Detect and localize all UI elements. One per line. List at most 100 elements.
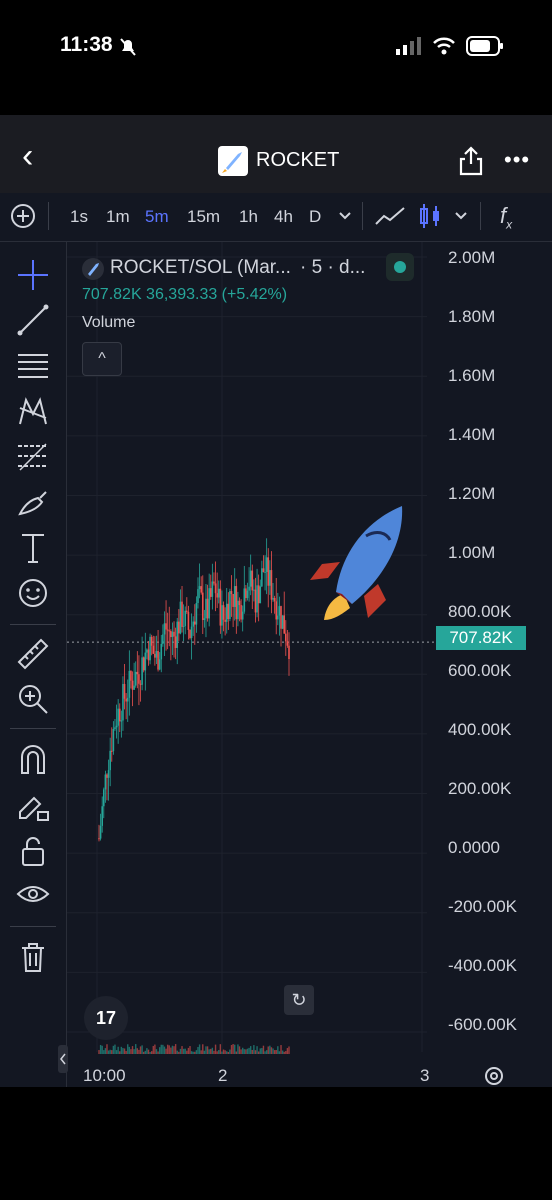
volume-bar [173,1046,175,1054]
x-tick: 2 [218,1066,228,1085]
timeframe-1h[interactable]: 1h [239,207,258,227]
legend-values: 707.82K 36,393.33 (+5.42%) [82,286,288,303]
candle-body [112,728,115,752]
candle-body [118,708,121,722]
fib-icon[interactable] [16,440,50,474]
candle-body [225,603,228,622]
candle-body [208,588,210,619]
chevron-down-icon[interactable] [338,210,352,222]
candle-body [181,601,183,627]
volume-bar [99,1044,102,1054]
candle-body [245,588,247,599]
volume-bar [211,1047,214,1054]
collapse-legend-button[interactable]: ^ [82,342,122,376]
line-chart-icon[interactable] [374,204,406,228]
zoom-icon[interactable] [16,682,50,716]
candle-body [146,649,148,653]
y-tick: 1.20M [448,484,496,503]
candle-body [155,651,158,658]
plus-circle-icon[interactable] [10,203,36,229]
ruler-icon[interactable] [16,637,50,671]
volume-bar [192,1051,194,1054]
volume-bar [205,1046,207,1054]
tradingview-logo[interactable]: 17 [84,996,128,1040]
rocket-icon [88,263,99,276]
trendline-icon[interactable] [16,303,50,337]
pattern-icon[interactable] [16,394,50,428]
candle-body [160,643,163,660]
x-tick: 3 [420,1066,430,1085]
timeframe-d[interactable]: D [309,207,321,227]
volume-bar [163,1046,166,1054]
volume-bar [103,1050,105,1054]
trash-icon[interactable] [16,940,50,974]
volume-bar [144,1050,147,1054]
volume-bar [203,1050,206,1054]
candle-body [201,592,204,620]
volume-bar [254,1050,257,1054]
lock-icon[interactable] [16,834,50,868]
collapse-panel-icon[interactable] [58,1045,68,1073]
lock-edit-icon[interactable] [16,788,50,822]
volume-bar [281,1050,284,1054]
candle-body [203,618,206,620]
volume-bar [216,1051,218,1054]
volume-bar [114,1044,116,1054]
y-tick: 1.40M [448,425,496,444]
volume-bar [267,1046,269,1054]
candle-body [109,750,111,771]
volume-bar [178,1051,180,1054]
candle-body [101,806,103,826]
candle-body [99,825,102,839]
magnet-icon[interactable] [16,743,50,777]
brush-icon[interactable] [16,486,50,520]
candle-body [248,586,250,591]
status-dot-icon [394,261,406,273]
horizontal-lines-icon[interactable] [16,349,50,383]
timeframe-1s[interactable]: 1s [70,207,88,227]
candle-body [168,630,171,632]
legend-pair[interactable]: ROCKET/SOL (Mar... [110,257,291,279]
volume-bar [127,1044,129,1054]
crosshair-icon[interactable] [16,258,50,292]
candle-body [104,774,107,790]
candle-body [131,680,134,690]
volume-bar [120,1046,123,1054]
volume-bar [117,1046,119,1054]
volume-bar [154,1044,156,1054]
back-icon[interactable]: ‹ [22,136,46,176]
timeframe-4h[interactable]: 4h [274,207,293,227]
last-price-label: 707.82K [436,626,526,650]
y-tick: -200.00K [448,897,517,916]
share-icon[interactable] [458,146,484,176]
candle-body [222,605,225,620]
volume-bar [179,1048,182,1054]
volume-bar [160,1044,162,1054]
volume-bar [257,1051,260,1054]
volume-bar [218,1050,220,1054]
reset-chart-button[interactable]: ↻ [284,985,314,1015]
candles-icon[interactable] [418,202,442,230]
volume-bar [214,1044,217,1054]
more-icon[interactable]: ••• [504,147,534,177]
text-icon[interactable] [16,531,50,565]
volume-bar [194,1051,196,1054]
y-tick: -400.00K [448,956,517,975]
eye-icon[interactable] [16,878,50,912]
emoji-icon[interactable] [16,576,50,610]
candle-body [186,610,188,612]
volume-bar [253,1045,255,1054]
candle-body [184,610,187,627]
candle-body [174,636,177,648]
timeframe-15m[interactable]: 15m [187,207,220,227]
timeframe-5m[interactable]: 5m [145,207,169,227]
chevron-down-icon[interactable] [454,210,468,222]
fx-icon[interactable]: fx [500,203,512,231]
timeframe-1m[interactable]: 1m [106,207,130,227]
volume-label: Volume [82,314,136,331]
volume-bar [195,1050,198,1054]
volume-bar [243,1049,245,1054]
candle-body [206,598,209,619]
settings-icon[interactable] [482,1064,506,1088]
volume-bar [234,1044,236,1054]
